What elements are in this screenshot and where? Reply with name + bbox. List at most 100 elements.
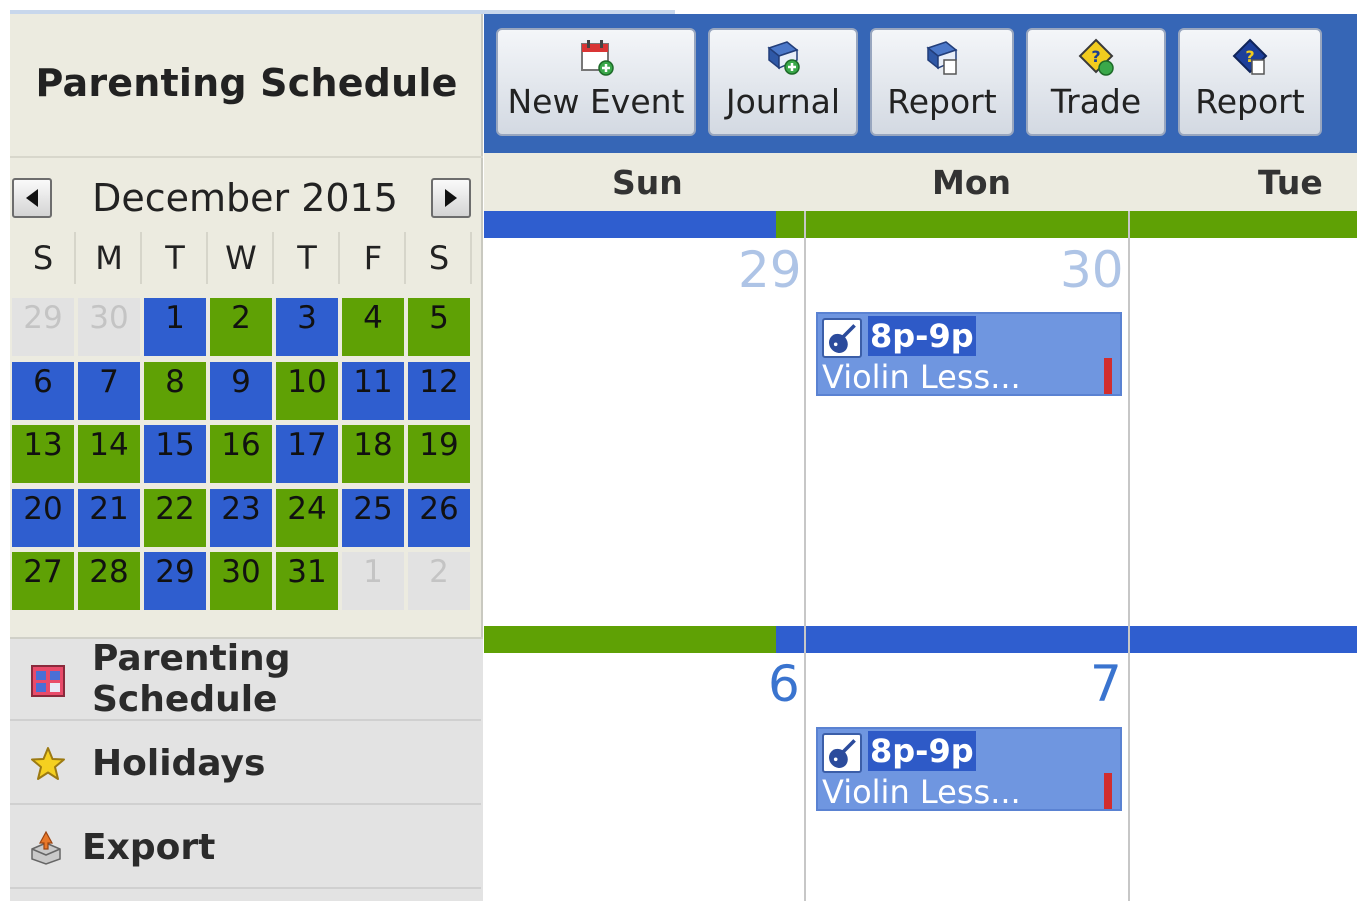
previous-month-button[interactable]	[12, 178, 52, 218]
mini-calendar-day[interactable]: 13	[12, 425, 74, 483]
violin-icon	[822, 318, 862, 358]
event-status-flag	[1104, 358, 1112, 394]
export-icon	[31, 830, 61, 865]
mini-calendar-day[interactable]: 11	[342, 361, 404, 420]
mini-calendar-day[interactable]: 9	[210, 361, 272, 420]
report-alert-icon: ?	[1232, 38, 1268, 75]
menu-item-label: Parenting Schedule	[92, 638, 291, 720]
week-day-header: Sun Mon Tue	[484, 153, 1357, 211]
mini-calendar-day[interactable]: 10	[276, 361, 338, 420]
mini-calendar-day[interactable]: 2	[210, 298, 272, 356]
arrow-right-icon	[445, 189, 457, 207]
mini-calendar-day[interactable]: 28	[78, 552, 140, 610]
weekday-label: W	[210, 232, 274, 284]
mini-calendar-day[interactable]: 14	[78, 425, 140, 483]
mini-calendar-day[interactable]: 30	[210, 552, 272, 610]
weekday-label: S	[408, 232, 472, 284]
mini-calendar-day[interactable]: 2	[408, 552, 470, 610]
mini-calendar-day[interactable]: 16	[210, 425, 272, 483]
day-header-tue: Tue	[1258, 162, 1323, 202]
day-header-mon: Mon	[932, 162, 1012, 202]
mini-calendar-day[interactable]: 17	[276, 425, 338, 483]
mini-calendar-day[interactable]: 29	[144, 552, 206, 610]
trade-button[interactable]: ? Trade	[1026, 28, 1166, 136]
weekday-label: M	[78, 232, 142, 284]
custody-bar	[776, 626, 1357, 653]
week-grid: 29 30 6 7 8p-9p Violin Less... 8p-9p Vio…	[484, 211, 1357, 901]
month-navigator: December 2015	[10, 158, 483, 234]
mini-calendar-day[interactable]: 19	[408, 425, 470, 483]
journal-label: Journal	[725, 82, 841, 121]
star-icon	[31, 747, 65, 780]
day-header-sun: Sun	[612, 162, 683, 202]
column-divider	[1128, 211, 1130, 901]
mini-calendar-day[interactable]: 20	[12, 488, 74, 547]
mini-calendar-day[interactable]: 25	[342, 488, 404, 547]
event-time: 8p-9p	[868, 731, 976, 771]
mini-calendar-day[interactable]: 21	[78, 488, 140, 547]
event-title: Violin Less...	[822, 773, 1021, 811]
arrow-left-icon	[26, 189, 38, 207]
sidebar: Parenting Schedule December 2015 SMTWTFS…	[10, 10, 483, 901]
weekday-label: F	[342, 232, 406, 284]
trade-label: Trade	[1050, 82, 1142, 121]
custody-bar	[484, 211, 776, 238]
mini-calendar-day[interactable]: 30	[78, 298, 140, 356]
report-alert-button[interactable]: ? Report	[1178, 28, 1322, 136]
mini-calendar-day[interactable]: 4	[342, 298, 404, 356]
sidebar-menu: Parenting Schedule Holidays Export	[10, 637, 483, 901]
event-status-flag	[1104, 773, 1112, 809]
menu-item-parenting-schedule[interactable]: Parenting Schedule	[10, 638, 481, 721]
mini-calendar-day[interactable]: 5	[408, 298, 470, 356]
menu-item-export[interactable]: Export	[10, 807, 481, 889]
date-number[interactable]: 29	[738, 241, 802, 299]
app-window: Parenting Schedule December 2015 SMTWTFS…	[10, 10, 1357, 901]
mini-calendar-day[interactable]: 12	[408, 361, 470, 420]
weekday-label: S	[12, 232, 76, 284]
month-label: December 2015	[92, 176, 398, 220]
event-title: Violin Less...	[822, 358, 1021, 396]
mini-calendar-day[interactable]: 22	[144, 488, 206, 547]
journal-button[interactable]: Journal	[708, 28, 858, 136]
custody-bar	[484, 626, 776, 653]
mini-calendar-day[interactable]: 23	[210, 488, 272, 547]
event-violin-lesson[interactable]: 8p-9p Violin Less...	[816, 312, 1122, 396]
mini-calendar-day[interactable]: 1	[144, 298, 206, 356]
toolbar: New Event Journal Report ? Trade ? Repor…	[484, 14, 1357, 153]
report-label: Report	[887, 82, 997, 121]
mini-calendar-day[interactable]: 15	[144, 425, 206, 483]
menu-item-label: Holidays	[92, 742, 266, 784]
next-month-button[interactable]	[431, 178, 471, 218]
report-alert-label: Report	[1195, 82, 1305, 121]
mini-calendar-day[interactable]: 31	[276, 552, 338, 610]
mini-calendar-day[interactable]: 29	[12, 298, 74, 356]
mini-calendar-day[interactable]: 26	[408, 488, 470, 547]
mini-calendar-day[interactable]: 18	[342, 425, 404, 483]
menu-item-label: Export	[82, 826, 216, 868]
mini-calendar-day[interactable]: 8	[144, 361, 206, 420]
mini-calendar-day[interactable]: 1	[342, 552, 404, 610]
violin-icon	[822, 733, 862, 773]
date-number[interactable]: 30	[1060, 241, 1124, 299]
mini-calendar-day[interactable]: 7	[78, 361, 140, 420]
mini-calendar-day[interactable]: 27	[12, 552, 74, 610]
new-event-button[interactable]: New Event	[496, 28, 696, 136]
event-violin-lesson[interactable]: 8p-9p Violin Less...	[816, 727, 1122, 811]
report-icon	[926, 41, 958, 75]
weekday-label: T	[144, 232, 208, 284]
menu-item-holidays[interactable]: Holidays	[10, 723, 481, 805]
mini-calendar-day[interactable]: 3	[276, 298, 338, 356]
date-number[interactable]: 6	[768, 655, 800, 713]
report-button[interactable]: Report	[870, 28, 1014, 136]
calendar-grid-icon	[31, 665, 65, 697]
column-divider	[804, 211, 806, 901]
trade-icon: ?	[1078, 38, 1114, 76]
date-number[interactable]: 7	[1090, 655, 1122, 713]
new-event-label: New Event	[507, 82, 685, 121]
mini-calendar-day[interactable]: 6	[12, 361, 74, 420]
event-time: 8p-9p	[868, 316, 976, 356]
custody-bar	[776, 211, 1357, 238]
journal-icon	[767, 41, 800, 75]
mini-calendar-day[interactable]: 24	[276, 488, 338, 547]
new-event-icon	[581, 40, 614, 76]
